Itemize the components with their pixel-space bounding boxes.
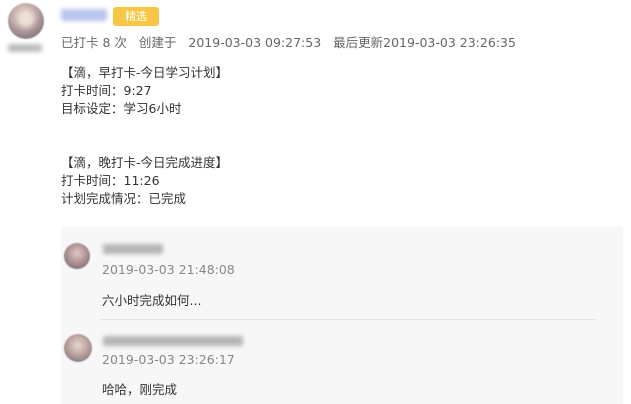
- post-body: 【滴，早打卡-今日学习计划】 打卡时间：9:27 目标设定：学习6小时 【滴，晚…: [61, 64, 228, 208]
- comment-text: 哈哈，刚完成: [102, 382, 178, 397]
- post-line: 计划完成情况：已完成: [61, 191, 187, 206]
- comment-time: 2019-03-03 21:48:08: [102, 262, 235, 277]
- comment-text: 六小时完成如何...: [102, 293, 202, 308]
- commenter-avatar[interactable]: [64, 334, 92, 362]
- post-line: 打卡时间：11:26: [61, 173, 160, 188]
- updated-label: 最后更新: [333, 35, 384, 50]
- created-time: 2019-03-03 09:27:53: [188, 35, 322, 50]
- author-name-blurred[interactable]: [61, 9, 107, 21]
- author-subtitle-blurred: [8, 44, 42, 52]
- commenter-avatar[interactable]: [64, 243, 90, 269]
- post-line: 【滴，晚打卡-今日完成进度】: [61, 155, 229, 170]
- post-line: 打卡时间：9:27: [61, 83, 152, 98]
- featured-badge: 精选: [113, 7, 159, 26]
- created-label: 创建于: [138, 35, 177, 50]
- updated-time: 2019-03-03 23:26:35: [383, 35, 516, 50]
- commenter-name-blurred[interactable]: [103, 336, 243, 346]
- commenter-name-blurred[interactable]: [103, 244, 163, 254]
- post-meta: 已打卡 8 次 创建于 2019-03-03 09:27:53 最后更新2019…: [61, 32, 516, 51]
- author-avatar[interactable]: [8, 3, 44, 39]
- comment-divider: [100, 319, 597, 320]
- post-line: 目标设定：学习6小时: [61, 101, 182, 116]
- post-line: 【滴，早打卡-今日学习计划】: [61, 65, 229, 80]
- checkin-count: 已打卡 8 次: [61, 35, 127, 50]
- comment-time: 2019-03-03 23:26:17: [102, 352, 235, 367]
